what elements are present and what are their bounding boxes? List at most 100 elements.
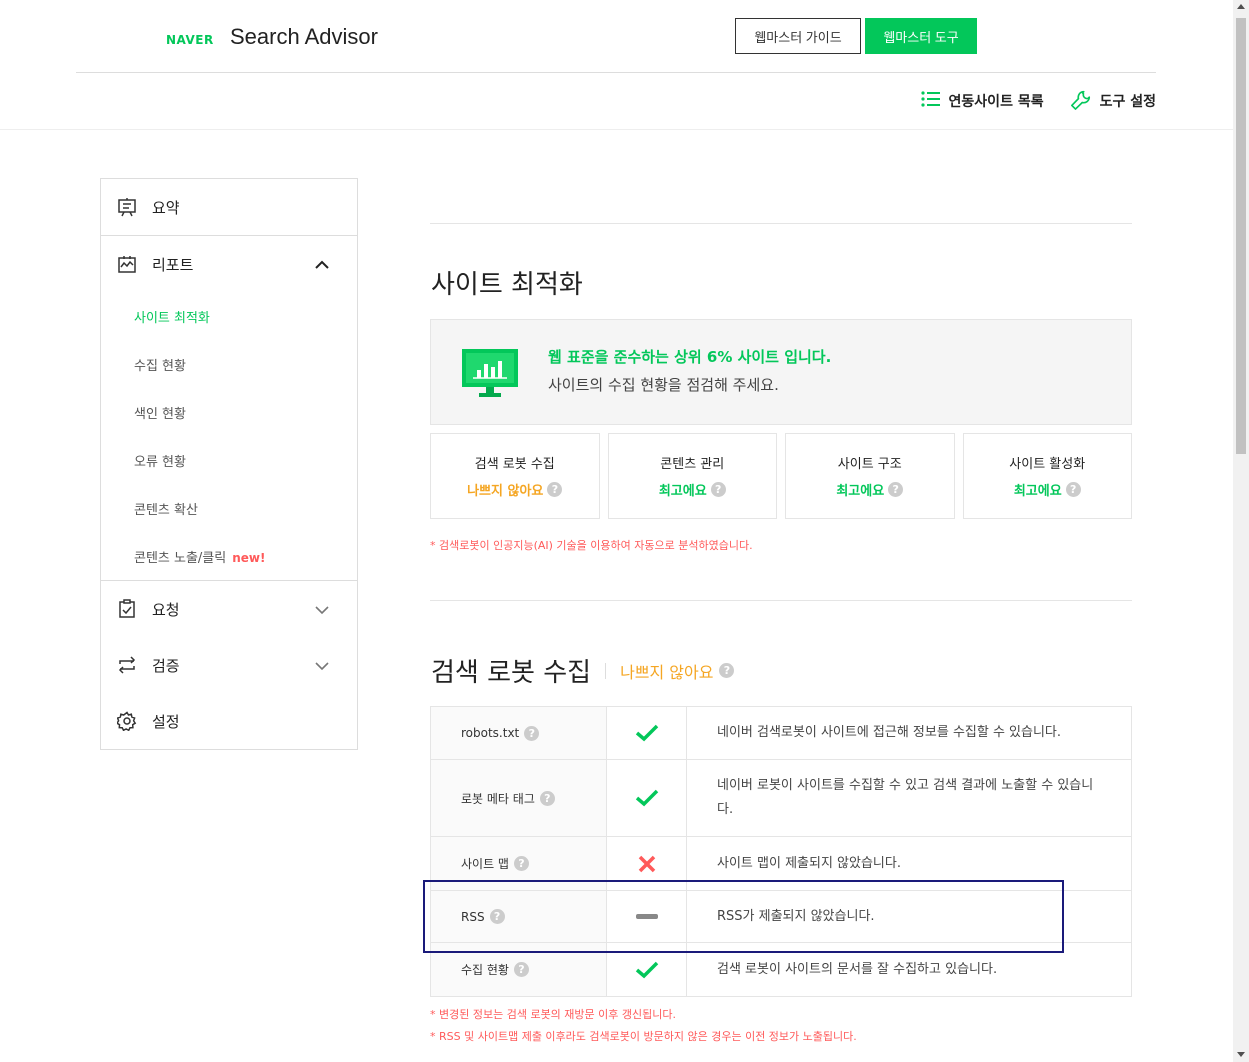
highlight-box	[423, 880, 1064, 953]
sidebar-item-settings[interactable]: 설정	[101, 693, 357, 749]
summary-title: 웹 표준을 준수하는 상위 6% 사이트 입니다.	[548, 348, 832, 366]
nav-divider	[0, 129, 1233, 130]
title-separator	[605, 662, 607, 679]
sidebar-item-request[interactable]: 요청	[101, 581, 357, 637]
card-status: 최고에요?	[659, 480, 726, 499]
list-icon	[920, 91, 941, 111]
help-icon[interactable]: ?	[1065, 482, 1081, 497]
chevron-up-icon[interactable]	[315, 256, 329, 274]
scroll-thumb[interactable]	[1236, 18, 1246, 454]
scrollbar[interactable]	[1233, 0, 1249, 1062]
sidebar-item-summary[interactable]: 요약	[101, 179, 357, 235]
sidebar-item-label: 리포트	[152, 255, 194, 274]
webmaster-tool-button[interactable]: 웹마스터 도구	[865, 18, 977, 54]
card-content-management[interactable]: 콘텐츠 관리 최고에요?	[607, 433, 777, 519]
tool-settings-label: 도구 설정	[1099, 94, 1156, 110]
sidebar: 요약 리포트 사이트 최적화 수집 현황 색인 현황 오류 현황 콘텐츠 확산 …	[100, 178, 358, 750]
help-icon[interactable]: ?	[524, 725, 540, 741]
rss-note: * RSS 및 사이트맵 제출 이후라도 검색로봇이 방문하지 않은 경우는 이…	[430, 1030, 857, 1043]
report-icon	[117, 254, 137, 274]
sidebar-sub-crawl-status[interactable]: 수집 현황	[134, 355, 186, 374]
site-list-link[interactable]: 연동사이트 목록	[920, 91, 1044, 111]
row-name: robots.txt?	[431, 707, 607, 759]
table-row: robots.txt? 네이버 검색로봇이 사이트에 접근해 정보를 수집할 수…	[431, 707, 1131, 760]
content-divider	[430, 600, 1132, 601]
sidebar-sub-content-exposure[interactable]: 콘텐츠 노출/클릭 new!	[134, 547, 265, 566]
card-title: 사이트 활성화	[1009, 457, 1086, 472]
card-status-label: 최고에요	[658, 484, 707, 499]
check-icon	[607, 707, 687, 759]
sidebar-sub-label: 콘텐츠 노출/클릭	[134, 551, 227, 566]
sidebar-item-label: 설정	[152, 712, 180, 731]
sidebar-item-verify[interactable]: 검증	[101, 637, 357, 693]
sidebar-sub-content-spread[interactable]: 콘텐츠 확산	[134, 499, 198, 518]
row-name-label: 로봇 메타 태그	[461, 791, 535, 806]
help-icon[interactable]: ?	[710, 482, 726, 497]
chevron-down-icon[interactable]	[315, 601, 329, 619]
page: NAVER Search Advisor 웹마스터 가이드 웹마스터 도구 연동…	[0, 0, 1249, 1062]
wrench-icon	[1070, 88, 1092, 114]
score-cards: 검색 로봇 수집 나쁘지 않아요? 콘텐츠 관리 최고에요? 사이트 구조 최고…	[430, 433, 1132, 519]
row-name-label: 사이트 맵	[461, 857, 509, 871]
help-icon[interactable]: ?	[719, 663, 735, 678]
sidebar-item-label: 요청	[152, 600, 180, 619]
header-divider	[76, 72, 1156, 73]
card-status: 최고에요?	[1014, 480, 1081, 499]
summary-icon	[117, 197, 137, 217]
card-title: 검색 로봇 수집	[474, 457, 555, 472]
sidebar-sub-error-status[interactable]: 오류 현황	[134, 451, 186, 470]
help-icon[interactable]: ?	[513, 856, 529, 871]
help-icon[interactable]: ?	[547, 482, 563, 497]
row-description: 네이버 로봇이 사이트를 수집할 수 있고 검색 결과에 노출할 수 있습니다.	[717, 778, 1094, 817]
card-robot-crawl[interactable]: 검색 로봇 수집 나쁘지 않아요?	[430, 433, 600, 519]
new-badge: new!	[232, 551, 266, 565]
card-site-activation[interactable]: 사이트 활성화 최고에요?	[962, 433, 1132, 519]
update-note: * 변경된 정보는 검색 로봇의 재방문 이후 갱신됩니다.	[430, 1008, 676, 1021]
ai-note: * 검색로봇이 인공지능(AI) 기술을 이용하여 자동으로 분석하였습니다.	[430, 539, 753, 552]
card-title: 콘텐츠 관리	[660, 457, 725, 472]
table-row: 로봇 메타 태그? 네이버 로봇이 사이트를 수집할 수 있고 검색 결과에 노…	[431, 760, 1131, 837]
sidebar-item-label: 요약	[152, 198, 180, 217]
scroll-up-arrow-icon[interactable]	[1237, 4, 1245, 9]
tool-settings-link[interactable]: 도구 설정	[1070, 88, 1156, 114]
section-status: 나쁘지 않아요?	[620, 659, 735, 683]
check-icon	[607, 760, 687, 836]
sidebar-sub-site-optimization[interactable]: 사이트 최적화	[134, 307, 210, 326]
card-status: 나쁘지 않아요?	[467, 480, 563, 499]
help-icon[interactable]: ?	[539, 790, 555, 806]
site-list-label: 연동사이트 목록	[948, 94, 1044, 110]
help-icon[interactable]: ?	[513, 962, 529, 977]
row-name: 로봇 메타 태그?	[431, 760, 607, 836]
sub-nav: 연동사이트 목록 도구 설정	[920, 88, 1156, 114]
summary-box: 웹 표준을 준수하는 상위 6% 사이트 입니다. 사이트의 수집 현황을 점검…	[430, 319, 1132, 425]
card-status: 최고에요?	[836, 480, 904, 499]
row-description: 네이버 검색로봇이 사이트에 접근해 정보를 수집할 수 있습니다.	[717, 725, 1062, 740]
sidebar-item-label: 검증	[152, 656, 180, 675]
robot-check-table: robots.txt? 네이버 검색로봇이 사이트에 접근해 정보를 수집할 수…	[430, 706, 1132, 997]
section-status-label: 나쁘지 않아요	[620, 662, 714, 682]
sidebar-item-report[interactable]: 리포트	[101, 236, 357, 292]
naver-logo[interactable]: NAVER	[166, 33, 214, 47]
row-name-label: robots.txt	[461, 726, 520, 740]
repeat-icon	[117, 655, 137, 675]
summary-subtitle: 사이트의 수집 현황을 점검해 주세요.	[548, 376, 779, 394]
card-status-label: 최고에요	[836, 484, 885, 499]
gear-icon	[117, 711, 137, 731]
page-title: 사이트 최적화	[431, 270, 583, 300]
section-title: 검색 로봇 수집	[431, 658, 592, 688]
card-status-label: 나쁘지 않아요	[467, 484, 544, 499]
card-status-label: 최고에요	[1013, 484, 1062, 499]
card-title: 사이트 구조	[837, 457, 902, 472]
brand-title[interactable]: Search Advisor	[230, 24, 378, 50]
monitor-chart-icon	[461, 348, 519, 402]
help-icon[interactable]: ?	[888, 482, 904, 497]
chevron-down-icon[interactable]	[315, 657, 329, 675]
content-divider	[430, 223, 1132, 224]
card-site-structure[interactable]: 사이트 구조 최고에요?	[785, 433, 955, 519]
webmaster-guide-button[interactable]: 웹마스터 가이드	[735, 18, 861, 54]
sidebar-sub-index-status[interactable]: 색인 현황	[134, 403, 186, 422]
scroll-down-arrow-icon[interactable]	[1237, 1052, 1245, 1057]
row-name-label: 수집 현황	[461, 963, 509, 977]
robot-section-header: 검색 로봇 수집 나쁘지 않아요?	[431, 652, 735, 689]
clipboard-check-icon	[117, 599, 137, 619]
